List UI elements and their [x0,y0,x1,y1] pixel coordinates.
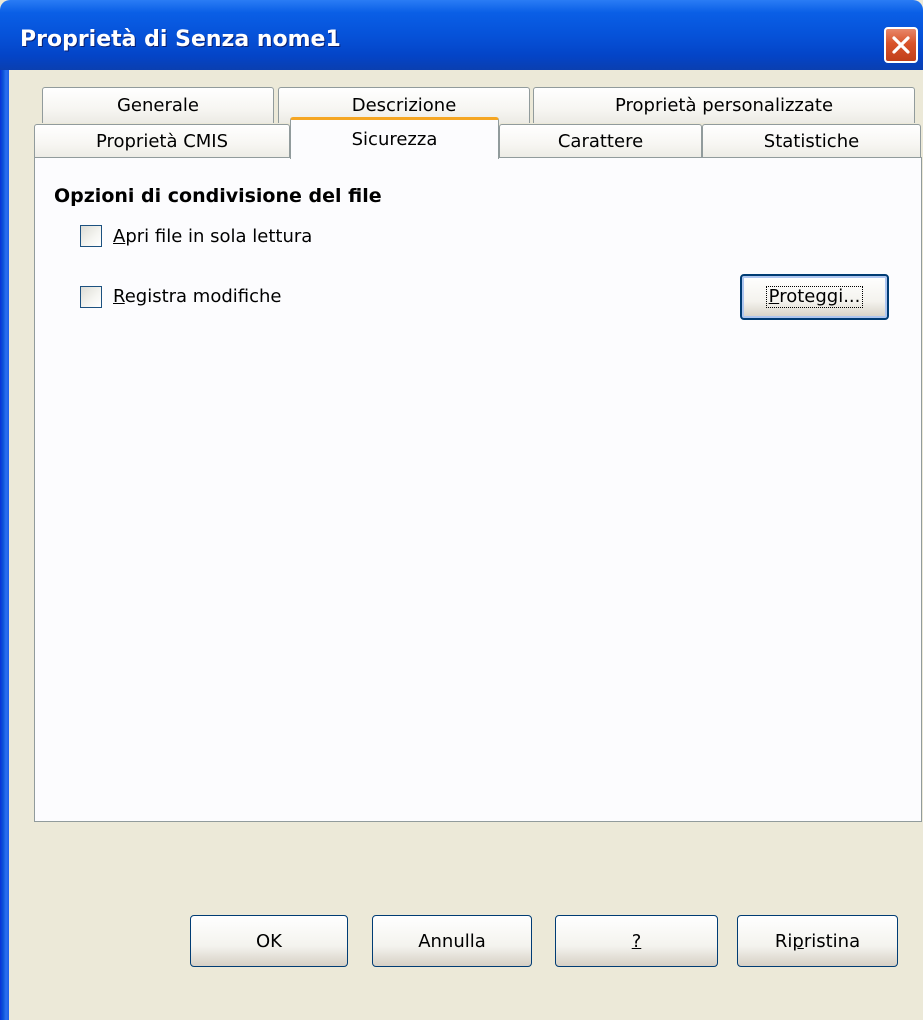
protect-button-label: Proteggi... [765,285,864,309]
button-label: Annulla [418,930,486,952]
window-title: Proprietà di Senza nome1 [20,27,341,52]
button-label: OK [256,930,282,952]
tab-sicurezza[interactable]: Sicurezza [290,117,499,159]
tab-proprieta-personalizzate[interactable]: Proprietà personalizzate [533,87,915,123]
label-text: ristina [803,930,861,952]
ok-button[interactable]: OK [190,915,348,967]
label-text: Ri [774,930,793,952]
properties-dialog: Proprietà di Senza nome1 Generale Descri… [0,0,923,1020]
record-changes-checkbox[interactable] [80,286,102,308]
section-title: Opzioni di condivisione del file [54,185,382,207]
title-bar[interactable]: Proprietà di Senza nome1 [0,0,923,70]
button-label: Ripristina [775,931,860,952]
reset-button[interactable]: Ripristina [737,915,898,967]
tab-label: Proprietà personalizzate [614,95,834,116]
help-button[interactable]: ? [555,915,718,967]
protect-button[interactable]: Proteggi... [740,274,889,320]
mnemonic-letter: p [792,930,804,952]
button-label: ? [631,930,642,952]
tab-label: Statistiche [763,131,860,152]
close-x-glyph [892,36,910,54]
tab-statistiche[interactable]: Statistiche [702,124,921,158]
label-text: pri file in sola lettura [125,226,313,247]
tab-label: Carattere [557,131,644,152]
label-text: egistra modifiche [124,286,282,307]
tab-label: Sicurezza [351,129,438,150]
security-tab-panel [34,157,922,822]
tab-generale[interactable]: Generale [42,87,274,123]
mnemonic-letter: A [113,226,126,247]
close-icon[interactable] [884,27,918,63]
readonly-checkbox-label[interactable]: Apri file in sola lettura [113,226,312,247]
mnemonic-letter: R [113,286,125,307]
readonly-checkbox[interactable] [80,225,102,247]
tab-carattere[interactable]: Carattere [499,124,702,158]
tab-label: Proprietà CMIS [95,131,229,152]
record-changes-checkbox-label[interactable]: Registra modifiche [113,286,281,307]
tab-label: Generale [116,95,199,116]
mnemonic-letter: P [768,285,780,307]
tab-proprieta-cmis[interactable]: Proprietà CMIS [34,124,290,158]
cancel-button[interactable]: Annulla [372,915,532,967]
window-left-border [0,70,9,1020]
label-text: roteggi... [779,285,861,307]
tab-label: Descrizione [351,95,457,116]
